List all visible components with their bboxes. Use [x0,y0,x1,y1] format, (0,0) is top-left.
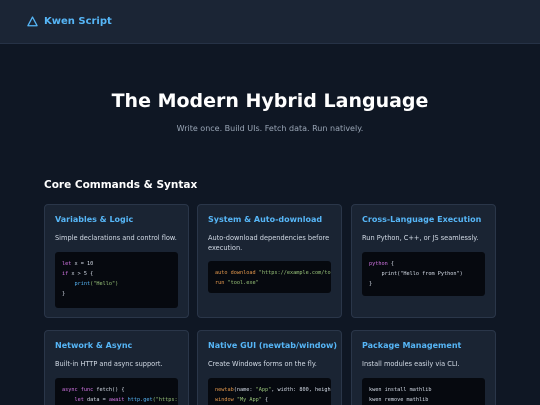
code-line: python { [369,259,478,269]
code-line: auto download "https://example.com/tool.… [215,268,331,278]
code-token: } [369,280,373,287]
triangle-logo-icon [27,16,38,27]
code-token: python [369,260,388,267]
code-token: await [108,396,125,403]
card-package-management: Package Management Install modules easil… [351,330,496,405]
code-token: kwen remove mathlib [369,396,429,403]
card-title: Native GUI (newtab/window) [208,341,338,350]
code-token: x > 5 { [68,270,94,277]
hero-title: The Modern Hybrid Language [111,90,429,112]
code-token: "My App" [236,396,262,403]
code-token: ("Hello") [90,280,119,287]
code-token: run [215,280,225,287]
card-title: Variables & Logic [55,215,134,224]
code-token: data = [83,396,109,403]
code-line: kwen remove mathlib [369,395,478,405]
code-token: , width: 800, height: 600) [271,386,331,393]
code-token: print("Hello from Python") [369,270,463,277]
code-token: newtab [215,386,234,393]
code-line: async func fetch() { [62,385,171,395]
card-description: Built-in HTTP and async support. [55,360,163,368]
card-variables-logic: Variables & Logic Simple declarations an… [44,204,189,318]
code-block: async func fetch() { let data = await ht… [55,377,179,405]
top-navbar: Kwen Script [0,0,540,44]
code-token: "App" [255,386,272,393]
brand-logo[interactable]: Kwen Script [27,16,112,27]
code-token: { [387,260,394,267]
code-token: kwen install mathlib [369,386,432,393]
card-description: Auto-download dependencies before execut… [208,234,330,252]
code-line: print("Hello") [62,279,171,289]
code-token: { [261,396,269,403]
card-title: Network & Async [55,341,133,350]
card-description: Simple declarations and control flow. [55,234,177,242]
code-line: let x = 10 [62,259,171,269]
code-line: } [62,289,171,299]
card-network-async: Network & Async Built-in HTTP and async … [44,330,189,405]
code-token: print [74,280,91,287]
code-token: "https://example.com/tool.exe" [258,270,331,277]
code-line: window "My App" { [215,395,324,405]
code-token: x = 10 [71,260,94,267]
code-block: auto download "https://example.com/tool.… [208,261,331,294]
code-line: newtab(name: "App", width: 800, height: … [215,385,331,395]
code-block: let x = 10 if x > 5 { print("Hello")} [55,251,178,308]
code-token: auto download [215,270,256,277]
hero-subtitle: Write once. Build UIs. Fetch data. Run n… [176,124,364,133]
code-line: kwen install mathlib [369,385,478,395]
code-token: } [62,290,66,297]
code-token: fetch() { [93,386,125,393]
code-line: } [369,279,478,289]
card-cross-language: Cross-Language Execution Run Python, C++… [351,204,496,318]
code-line: run "tool.exe" [215,278,324,288]
code-line: print("Hello from Python") [369,269,478,279]
code-line: if x > 5 { [62,269,171,279]
section-title: Core Commands & Syntax [44,179,198,191]
code-token: let [62,260,72,267]
code-token: http.get [127,396,153,403]
brand-name: Kwen Script [44,16,112,27]
code-token: ("https://api.example.com") [152,396,178,403]
card-title: Cross-Language Execution [362,215,482,224]
card-title: Package Management [362,341,462,350]
card-description: Run Python, C++, or JS seamlessly. [362,234,479,242]
code-block: kwen install mathlib kwen remove mathlib [362,377,485,405]
card-native-gui: Native GUI (newtab/window) Create Window… [197,330,342,405]
card-description: Install modules easily via CLI. [362,360,460,368]
card-system-autodownload: System & Auto-download Auto-download dep… [197,204,342,318]
code-block: python { print("Hello from Python")} [362,251,485,296]
code-token: let [74,396,84,403]
code-token: async func [62,386,94,393]
code-block: newtab(name: "App", width: 800, height: … [208,377,331,405]
code-line: let data = await http.get("https://api.e… [62,395,179,405]
code-token: "tool.exe" [224,280,259,287]
code-token: (name: [233,386,256,393]
card-description: Create Windows forms on the fly. [208,360,317,368]
code-token: window [215,396,234,403]
card-title: System & Auto-download [208,215,323,224]
